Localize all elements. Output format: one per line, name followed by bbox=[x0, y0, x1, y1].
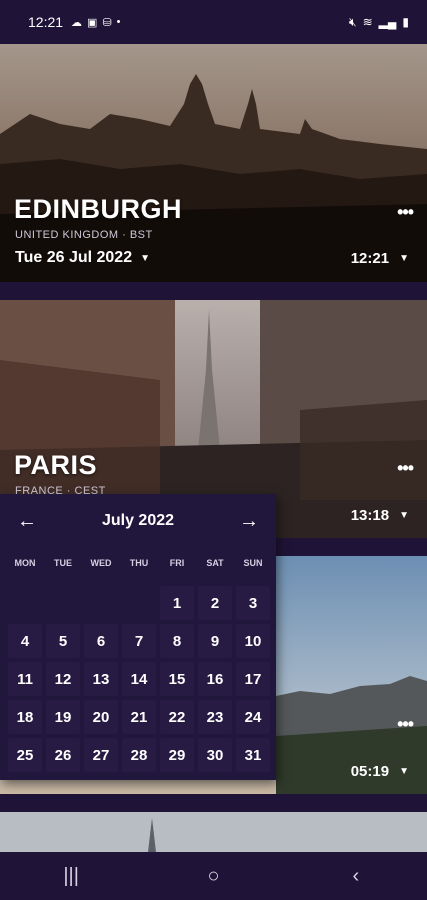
calendar-day[interactable]: 29 bbox=[160, 738, 194, 772]
cloud-icon: ☁ bbox=[71, 16, 83, 29]
date-picker-popup: ← July 2022 → MON TUE WED THU FRI SAT SU… bbox=[0, 494, 276, 780]
back-icon[interactable]: ‹ bbox=[326, 865, 386, 888]
calendar-day[interactable]: 21 bbox=[122, 700, 156, 734]
status-left-icons: ☁ ▣ ⛁ • bbox=[71, 16, 120, 29]
calendar-empty-cell bbox=[46, 586, 80, 620]
calendar-day[interactable]: 16 bbox=[198, 662, 232, 696]
calendar-day[interactable]: 12 bbox=[46, 662, 80, 696]
time-label: 13:18 bbox=[350, 507, 390, 524]
calendar-day[interactable]: 2 bbox=[198, 586, 232, 620]
calendar-day[interactable]: 8 bbox=[160, 624, 194, 658]
calendar-day[interactable]: 24 bbox=[236, 700, 270, 734]
weekday-label: THU bbox=[129, 558, 149, 568]
calendar-day[interactable]: 30 bbox=[198, 738, 232, 772]
calendar-day[interactable]: 15 bbox=[160, 662, 194, 696]
storage-icon: ▣ bbox=[87, 16, 98, 29]
mute-icon: 🔇︎ bbox=[349, 14, 357, 29]
next-month-arrow-icon[interactable]: → bbox=[234, 508, 264, 534]
city-name: EDINBURGH bbox=[14, 194, 183, 224]
status-right-icons: 🔇︎ ≋ ▂▄ ▮ bbox=[349, 15, 409, 30]
time-label: 12:21 bbox=[350, 250, 390, 267]
weekday-label: FRI bbox=[169, 558, 185, 568]
city-meta: UNITED KINGDOM · BST bbox=[15, 229, 153, 241]
calendar-day[interactable]: 22 bbox=[160, 700, 194, 734]
calendar-day[interactable]: 20 bbox=[84, 700, 118, 734]
calendar-empty-cell bbox=[84, 586, 118, 620]
calendar-day[interactable]: 4 bbox=[8, 624, 42, 658]
signal-icon: ▂▄ bbox=[378, 15, 397, 29]
calendar-grid: 1 2 3 4 5 6 7 8 9 10 11 12 13 14 15 16 1… bbox=[6, 584, 272, 774]
calendar-empty-cell bbox=[8, 586, 42, 620]
wifi-icon: ≋ bbox=[362, 15, 373, 29]
status-bar: 12:21 ☁ ▣ ⛁ • 🔇︎ ≋ ▂▄ ▮ bbox=[0, 0, 427, 44]
shop-icon: ⛁ bbox=[102, 16, 112, 29]
calendar-day[interactable]: 7 bbox=[122, 624, 156, 658]
time-selector[interactable]: 12:21 ▼ bbox=[351, 250, 409, 267]
calendar-header: ← July 2022 → bbox=[0, 504, 276, 536]
city-photo bbox=[0, 812, 427, 852]
weekday-label: MON bbox=[14, 558, 36, 568]
weekday-label: SAT bbox=[206, 558, 224, 568]
calendar-day[interactable]: 18 bbox=[8, 700, 42, 734]
recent-apps-icon[interactable]: ||| bbox=[41, 865, 101, 888]
calendar-day[interactable]: 26 bbox=[46, 738, 80, 772]
time-label: 05:19 bbox=[350, 763, 390, 780]
more-options-icon[interactable]: ••• bbox=[397, 714, 414, 735]
city-card-fourth[interactable] bbox=[0, 812, 427, 852]
chevron-down-icon: ▼ bbox=[399, 766, 409, 777]
calendar-day[interactable]: 13 bbox=[84, 662, 118, 696]
city-name: PARIS bbox=[14, 450, 98, 480]
calendar-day[interactable]: 17 bbox=[236, 662, 270, 696]
weekday-label: TUE bbox=[54, 558, 72, 568]
calendar-day[interactable]: 6 bbox=[84, 624, 118, 658]
calendar-day[interactable]: 28 bbox=[122, 738, 156, 772]
more-options-icon[interactable]: ••• bbox=[397, 458, 414, 479]
chevron-down-icon: ▼ bbox=[399, 510, 409, 521]
time-selector[interactable]: 13:18 ▼ bbox=[351, 507, 409, 524]
chevron-down-icon: ▼ bbox=[140, 252, 151, 264]
time-selector[interactable]: 05:19 ▼ bbox=[351, 763, 409, 780]
calendar-day[interactable]: 3 bbox=[236, 586, 270, 620]
calendar-day[interactable]: 10 bbox=[236, 624, 270, 658]
battery-icon: ▮ bbox=[402, 15, 409, 29]
calendar-empty-cell bbox=[122, 586, 156, 620]
date-label: Tue 26 Jul 2022 bbox=[15, 249, 133, 266]
weekday-header: MON TUE WED THU FRI SAT SUN bbox=[6, 558, 272, 568]
dot-icon: • bbox=[116, 16, 121, 28]
system-navigation-bar: ||| ○ ‹ bbox=[0, 852, 427, 900]
calendar-day[interactable]: 23 bbox=[198, 700, 232, 734]
date-selector[interactable]: Tue 26 Jul 2022 ▼ bbox=[15, 249, 150, 267]
edinburgh-photo bbox=[0, 44, 427, 282]
weekday-label: WED bbox=[90, 558, 112, 568]
calendar-day[interactable]: 11 bbox=[8, 662, 42, 696]
chevron-down-icon: ▼ bbox=[399, 253, 409, 264]
calendar-day[interactable]: 31 bbox=[236, 738, 270, 772]
calendar-day[interactable]: 9 bbox=[198, 624, 232, 658]
calendar-day[interactable]: 19 bbox=[46, 700, 80, 734]
home-icon[interactable]: ○ bbox=[183, 865, 243, 888]
calendar-day[interactable]: 27 bbox=[84, 738, 118, 772]
calendar-day[interactable]: 5 bbox=[46, 624, 80, 658]
calendar-day[interactable]: 14 bbox=[122, 662, 156, 696]
status-time: 12:21 bbox=[28, 14, 64, 30]
more-options-icon[interactable]: ••• bbox=[397, 202, 414, 223]
city-card-edinburgh[interactable]: EDINBURGH UNITED KINGDOM · BST Tue 26 Ju… bbox=[0, 44, 427, 282]
weekday-label: SUN bbox=[243, 558, 263, 568]
calendar-day[interactable]: 1 bbox=[160, 586, 194, 620]
calendar-day[interactable]: 25 bbox=[8, 738, 42, 772]
